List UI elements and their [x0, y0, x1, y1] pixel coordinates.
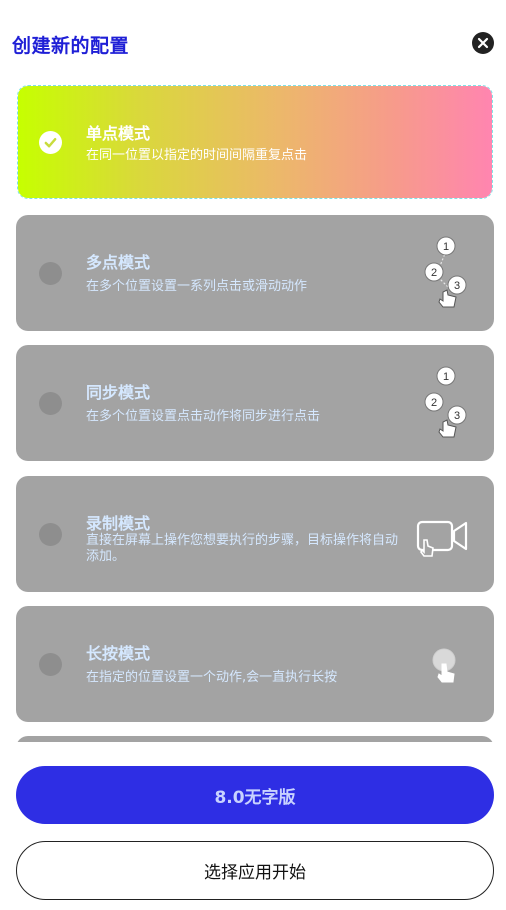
mode-card-multi[interactable]: 多点模式 在多个位置设置一系列点击或滑动动作 1 2 3 — [16, 215, 494, 331]
long-press-icon — [432, 648, 456, 683]
mode-description: 在同一位置以指定的时间间隔重复点击 — [86, 148, 308, 163]
mode-description: 在多个位置设置一系列点击或滑动动作 — [86, 279, 308, 294]
close-icon — [477, 37, 489, 49]
mode-title: 多点模式 — [86, 253, 151, 272]
tap-number-2: 2 — [431, 397, 437, 409]
mode-card-single[interactable]: 单点模式 在同一位置以指定的时间间隔重复点击 — [17, 85, 493, 199]
select-app-start-button[interactable]: 选择应用开始 — [16, 841, 494, 900]
tap-number-1: 1 — [443, 371, 449, 383]
radio-unselected[interactable] — [39, 392, 62, 415]
mode-card-record[interactable]: 录制模式 直接在屏幕上操作您想要执行的步骤，目标操作将自动添加。 — [16, 476, 494, 592]
checkmark-icon — [44, 138, 57, 148]
mode-description: 在指定的位置设置一个动作,会一直执行长按 — [86, 670, 338, 685]
mode-card-sync[interactable]: 同步模式 在多个位置设置点击动作将同步进行点击 1 2 3 — [16, 345, 494, 461]
close-button[interactable] — [472, 32, 494, 54]
mode-description: 在多个位置设置点击动作将同步进行点击 — [86, 409, 321, 424]
tap-number-1: 1 — [443, 241, 449, 253]
tap-number-2: 2 — [431, 267, 437, 279]
multi-tap-icon: 1 2 3 — [424, 236, 467, 308]
sync-tap-icon: 1 2 3 — [424, 366, 467, 438]
tap-number-3: 3 — [454, 410, 460, 422]
mode-list[interactable]: 创建新的配置 单点模式 在同一位置以指定的时间间隔重复点击 多点模式 在多个位置… — [0, 0, 506, 742]
radio-unselected[interactable] — [39, 653, 62, 676]
page-title: 创建新的配置 — [12, 35, 130, 57]
mode-title: 录制模式 — [86, 514, 151, 533]
radio-unselected[interactable] — [39, 523, 62, 546]
mode-title: 单点模式 — [86, 124, 151, 143]
radio-unselected[interactable] — [39, 262, 62, 285]
version-button[interactable]: 8.0无字版 — [16, 766, 494, 824]
radio-selected[interactable] — [39, 131, 62, 154]
create-config-screen: 创建新的配置 单点模式 在同一位置以指定的时间间隔重复点击 多点模式 在多个位置… — [0, 0, 506, 910]
mode-title: 同步模式 — [86, 383, 151, 402]
mode-card-partial[interactable] — [16, 736, 494, 742]
tap-number-3: 3 — [454, 280, 460, 292]
mode-description: 直接在屏幕上操作您想要执行的步骤，目标操作将自动添加。 — [86, 533, 399, 564]
mode-title: 长按模式 — [86, 644, 151, 663]
mode-card-long-press[interactable]: 长按模式 在指定的位置设置一个动作,会一直执行长按 — [16, 606, 494, 722]
record-screen-icon — [416, 520, 468, 557]
